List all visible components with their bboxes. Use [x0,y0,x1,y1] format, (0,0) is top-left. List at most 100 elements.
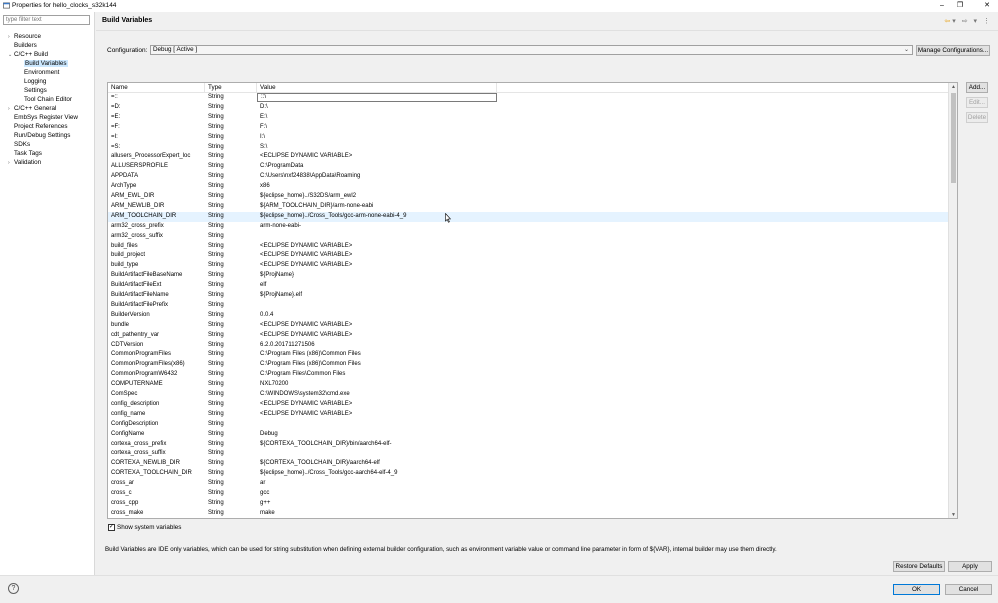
table-row[interactable]: CommonProgramW6432 String C:\Program Files… [108,370,948,380]
tree-item-environment[interactable]: Environment [18,68,59,77]
cancel-button[interactable]: Cancel [945,584,992,595]
table-row[interactable]: cross_cpp String g++ [108,499,948,509]
table-row[interactable]: CDTVersion String 6.2.0.201711271506 [108,341,948,351]
table-row[interactable]: CORTEXA_NEWLIB_DIR String ${CORTEXA_TOOLCH… [108,459,948,469]
edit-button[interactable]: Edit... [966,97,988,108]
scroll-up-icon[interactable]: ▲ [949,83,957,92]
tree-item-logging[interactable]: Logging [18,77,46,86]
cell-name: cdt_pathentry_var [111,331,160,338]
tree-item-c-c-build[interactable]: ⌄ C/C++ Build [8,50,48,59]
ok-button[interactable]: OK [893,584,940,595]
close-button[interactable]: ✕ [980,1,994,11]
table-row[interactable]: ARM_NEWLIB_DIR String ${ARM_TOOLCHAIN_DIR}… [108,202,948,212]
table-row[interactable]: allusers_ProcessorExpert_loc String <ECLIP… [108,152,948,162]
cell-type: String [208,490,224,496]
cell-name: BuildArtifactFileName [111,292,169,298]
table-row[interactable]: config_description String <ECLIPSE DYNAMIC… [108,400,948,410]
table-row[interactable]: CommonProgramFiles(x86) String C:\Program … [108,360,948,370]
table-row[interactable]: =E: String E:\ [108,113,948,123]
filter-input[interactable]: type filter text [3,15,90,25]
table-row[interactable]: ConfigDescription String [108,420,948,430]
scrollbar-thumb[interactable] [951,93,956,183]
table-row[interactable]: =:: String::\ [108,93,948,103]
tree-item-project-references[interactable]: Project References [8,122,68,131]
tree-item-builders[interactable]: Builders [8,41,37,50]
delete-button[interactable]: Delete [966,112,988,123]
cell-name: CORTEXA_TOOLCHAIN_DIR [111,470,192,477]
table-row[interactable]: ArchType String x86 [108,182,948,192]
table-row[interactable]: cross_c String gcc [108,489,948,499]
tree-item-settings[interactable]: Settings [18,86,47,95]
help-icon[interactable]: ? [8,583,19,594]
restore-button[interactable]: ❐ [953,1,967,11]
table-row[interactable]: =D: String D:\ [108,103,948,113]
table-row[interactable]: arm32_cross_prefix String arm-none-eabi- [108,222,948,232]
apply-button[interactable]: Apply [948,561,992,572]
tree-item-resource[interactable]: › Resource [8,32,41,41]
checkbox-checked-icon[interactable]: ✓ [108,523,115,531]
table-row[interactable]: ComSpec String C:\WINDOWS\system32\cmd.exe [108,390,948,400]
table-row[interactable]: ALLUSERSPROFILE String C:\ProgramData [108,162,948,172]
cell-type: String [208,400,224,407]
add-button[interactable]: Add... [966,82,988,93]
show-system-variables-checkbox[interactable]: ✓ Show system variables [108,523,181,532]
table-row[interactable]: cross_make String make [108,509,948,518]
table-row[interactable]: CORTEXA_TOOLCHAIN_DIR String ${eclipse_hom… [108,469,948,479]
cell-name: CommonProgramFiles(x86) [111,361,185,368]
tree-item-tool-chain-editor[interactable]: Tool Chain Editor [18,95,72,104]
table-row[interactable]: ARM_EWL_DIR String ${eclipse_home}../S32DS… [108,192,948,202]
table-row[interactable]: cdt_pathentry_var String <ECLIPSE DYNAMIC … [108,331,948,341]
minimize-button[interactable]: – [935,1,949,11]
cell-type: String [208,94,224,100]
tree-item-embsys-register-view[interactable]: EmbSys Register View [8,113,78,122]
table-row[interactable]: BuildArtifactFileBaseName String ${ProjNam… [108,271,948,281]
tree-item-build-variables[interactable]: Build Variables [18,59,68,68]
table-row[interactable]: =I: String I:\ [108,133,948,143]
tree-item-sdks[interactable]: SDKs [8,140,30,149]
table-row[interactable]: bundle String <ECLIPSE DYNAMIC VARIABLE> [108,321,948,331]
table-row[interactable]: ConfigName String Debug [108,430,948,440]
cell-name: ComSpec [111,391,138,397]
cell-name: build_files [111,242,138,249]
table-row[interactable]: BuildArtifactFileExt String elf [108,281,948,291]
tree-item-validation[interactable]: › Validation [8,158,41,167]
window-title: Properties for hello_clocks_s32k144 [12,2,117,9]
description-text: Build Variables are IDE only variables, … [105,546,777,553]
cell-type: String [208,103,224,110]
tree-item-task-tags[interactable]: Task Tags [8,149,42,158]
table-row[interactable]: ARM_TOOLCHAIN_DIR String ${eclipse_home}..… [108,211,948,222]
table-row[interactable]: CommonProgramFiles String C:\Program Files… [108,350,948,360]
table-row[interactable]: build_files String <ECLIPSE DYNAMIC VARIAB… [108,242,948,252]
table-row[interactable]: arm32_cross_suffix String [108,232,948,242]
table-row[interactable]: =F: String F:\ [108,123,948,133]
table-row[interactable]: cross_ar String ar [108,479,948,489]
column-header-name[interactable]: Name [108,83,205,93]
scroll-down-icon[interactable]: ▼ [949,511,957,518]
table-row[interactable]: BuildArtifactFileName String ${ProjName}.e… [108,291,948,301]
cell-type: String [208,331,224,338]
table-row[interactable]: BuilderVersion String 0.0.4 [108,311,948,321]
nav-history-icons[interactable]: ▾ ⇨ ▾ ⋮ [952,18,992,25]
tree-item-label: Tool Chain Editor [24,96,72,103]
navigation-icons[interactable]: ⇦▾ ⇨ ▾ ⋮ [944,17,992,25]
cell-type: String [208,262,224,269]
manage-configurations-button[interactable]: Manage Configurations... [916,45,990,56]
vertical-scrollbar[interactable]: ▲ ▼ [948,83,957,518]
table-row[interactable]: config_name String <ECLIPSE DYNAMIC VARIAB… [108,410,948,420]
table-row[interactable]: =S: String S:\ [108,143,948,153]
table-row[interactable]: cortexa_cross_prefix String ${CORTEXA_TOOL… [108,440,948,450]
table-row[interactable]: BuildArtifactFilePrefix String [108,301,948,311]
tree-item-c-c-general[interactable]: › C/C++ General [8,104,56,113]
cell-name: cross_make [111,509,144,516]
table-row[interactable]: APPDATA String C:\Users\nxf24838\AppData\R… [108,172,948,182]
table-row[interactable]: build_type String <ECLIPSE DYNAMIC VARIABL… [108,261,948,271]
table-row[interactable]: cortexa_cross_suffix String [108,449,948,459]
restore-defaults-button[interactable]: Restore Defaults [893,561,945,572]
tree-item-run-debug-settings[interactable]: Run/Debug Settings [8,131,70,140]
table-row[interactable]: COMPUTERNAME String NXL70200 [108,380,948,390]
column-header-type[interactable]: Type [205,83,257,93]
column-header-value[interactable]: Value [257,83,497,93]
table-row[interactable]: build_project String <ECLIPSE DYNAMIC VARI… [108,251,948,261]
configuration-select[interactable]: Debug [ Active ] ⌄ [150,45,913,55]
cell-type: String [208,440,224,447]
